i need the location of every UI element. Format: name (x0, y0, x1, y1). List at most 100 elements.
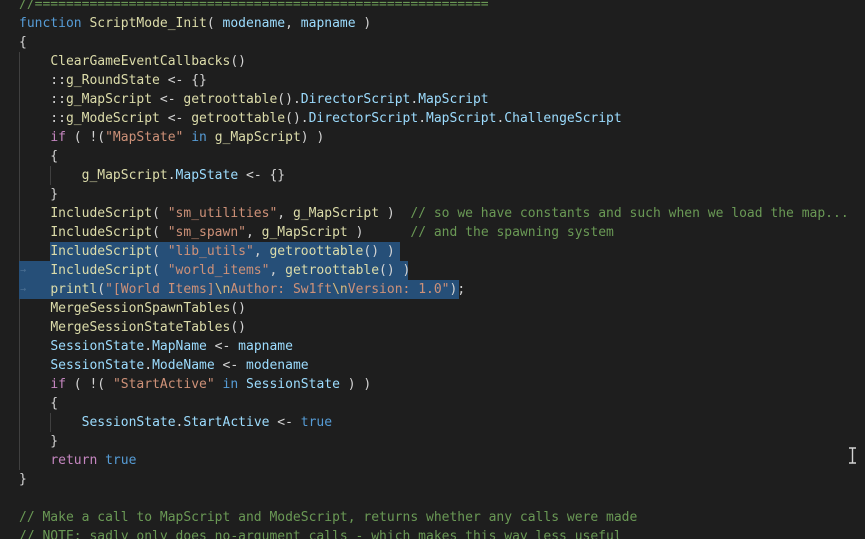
code-token: StartActive (183, 415, 270, 430)
code-token: SessionState (81, 415, 176, 430)
code-token: ) (379, 206, 411, 221)
code-token: () ) (379, 263, 411, 278)
code-line[interactable]: SessionState.StartActive <- true (19, 413, 332, 432)
code-token: ) (355, 16, 372, 31)
code-token: () (230, 320, 246, 335)
code-token: "StartActive" (112, 377, 215, 392)
code-line[interactable]: ClearGameEventCallbacks() (19, 52, 246, 71)
code-token: \n (332, 282, 348, 297)
code-token: (). (285, 111, 309, 126)
code-line[interactable]: MergeSessionSpawnTables() (19, 299, 246, 318)
code-line[interactable]: g_MapScript.MapState <- {} (19, 166, 286, 185)
code-token: IncludeScript (50, 206, 153, 221)
code-token: DirectorScript (300, 92, 411, 107)
code-line[interactable]: { (19, 33, 27, 52)
code-line[interactable]: IncludeScript( "lib_utils", getroottable… (19, 242, 394, 261)
code-line[interactable]: SessionState.ModeName <- modename (19, 356, 308, 375)
code-token: , (277, 206, 293, 221)
code-token: . (167, 168, 176, 183)
code-token: <- (206, 339, 239, 354)
code-token: ModeName (152, 358, 215, 373)
code-token: SessionState (50, 358, 145, 373)
code-token: :: (19, 73, 66, 88)
code-token: \n (214, 282, 231, 297)
code-token: mapname (238, 339, 293, 354)
code-line[interactable]: function ScriptMode_Init( modename, mapn… (19, 14, 371, 33)
code-token: } (19, 472, 27, 487)
code-line[interactable]: MergeSessionStateTables() (19, 318, 246, 337)
code-token: if (50, 377, 66, 392)
code-line[interactable]: { (19, 147, 58, 166)
code-token: ( (152, 244, 168, 259)
code-token: getroottable (269, 244, 364, 259)
code-token: true (105, 453, 137, 468)
code-token: ( (152, 206, 168, 221)
code-token: SessionState (50, 339, 145, 354)
code-line[interactable]: //======================================… (19, 0, 489, 14)
code-token: DirectorScript (308, 111, 419, 126)
code-token: // Make a call to MapScript and ModeScri… (19, 510, 638, 525)
code-line[interactable]: // Make a call to MapScript and ModeScri… (19, 508, 637, 527)
code-line[interactable]: } (19, 185, 58, 204)
code-token: function (19, 16, 82, 31)
code-line[interactable]: IncludeScript( "sm_spawn", g_MapScript )… (19, 223, 614, 242)
code-token: MapScript (418, 92, 489, 107)
code-token: // NOTE: sadly only does no-argument cal… (19, 529, 622, 539)
code-token: IncludeScript (50, 263, 153, 278)
code-token: MapState (175, 168, 239, 183)
code-token: . (418, 111, 427, 126)
code-token: return (50, 453, 98, 468)
code-token: (). (277, 92, 301, 107)
code-token: :: (19, 92, 66, 107)
code-token: "MapState" (105, 130, 184, 145)
code-token: ( (152, 263, 168, 278)
code-line[interactable]: // NOTE: sadly only does no-argument cal… (19, 527, 622, 539)
code-line[interactable]: printl("[World Items]\nAuthor: Sw1ft\nVe… (19, 280, 465, 299)
code-token: <- (152, 92, 184, 107)
code-token: ) ) (300, 130, 325, 145)
code-token: ( (152, 225, 168, 240)
code-line[interactable]: IncludeScript( "world_items", getroottab… (19, 261, 410, 280)
code-token: <- (214, 358, 246, 373)
code-line[interactable]: ::g_ModeScript <- getroottable().Directo… (19, 109, 621, 128)
code-line[interactable]: ::g_RoundState <- {} (19, 71, 207, 90)
code-line[interactable]: return true (19, 451, 136, 470)
code-token: SessionState (246, 377, 340, 392)
code-token: { (19, 396, 59, 411)
code-token: } (19, 434, 59, 449)
code-token: } (19, 187, 59, 202)
code-token: g_ModeScript (65, 111, 160, 126)
code-line[interactable]: IncludeScript( "sm_utilities", g_MapScri… (19, 204, 849, 223)
code-token: <- (269, 415, 301, 430)
code-token: ClearGameEventCallbacks (50, 54, 231, 69)
code-token: . (144, 358, 153, 373)
code-token: ScriptMode_Init (89, 16, 207, 31)
code-line[interactable]: ::g_MapScript <- getroottable().Director… (19, 90, 489, 109)
code-token: g_MapScript (292, 206, 380, 221)
code-editor[interactable]: → → //==================================… (0, 0, 865, 539)
code-token: { (19, 149, 59, 164)
code-token: g_MapScript (65, 92, 153, 107)
code-line[interactable]: if ( !("MapState" in g_MapScript) ) (19, 128, 324, 147)
code-token: Version: 1.0" (347, 282, 450, 297)
code-line[interactable]: SessionState.MapName <- mapname (19, 337, 293, 356)
code-line[interactable]: } (19, 432, 58, 451)
code-token: <- {} (159, 73, 207, 88)
code-token: // so we have constants and such when we… (410, 206, 849, 221)
code-line[interactable]: if ( !( "StartActive" in SessionState ) … (19, 375, 371, 394)
code-line[interactable]: } (19, 470, 27, 489)
code-token: :: (19, 111, 66, 126)
code-token: () (230, 54, 246, 69)
code-token: . (144, 339, 153, 354)
code-line[interactable]: { (19, 394, 58, 413)
